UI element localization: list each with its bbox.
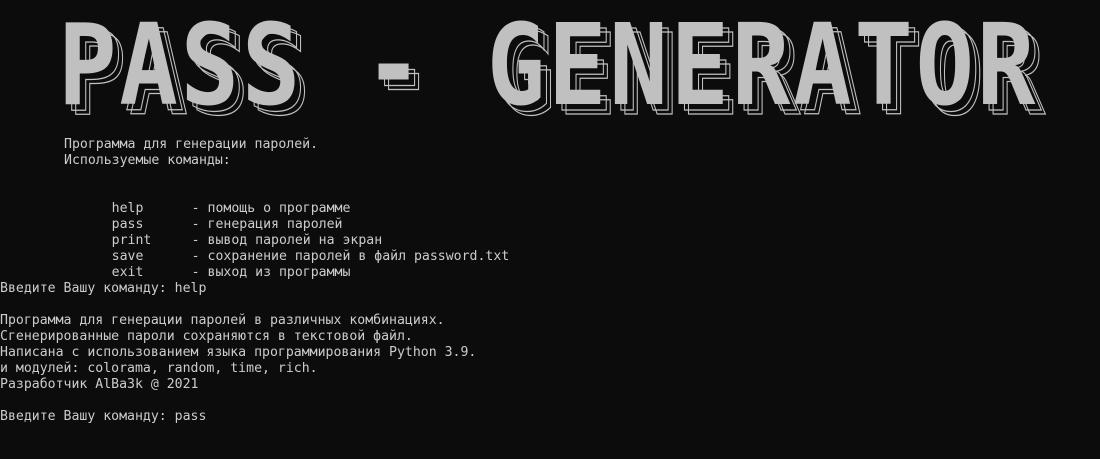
command-desc: - помощь о программе	[191, 201, 351, 216]
banner-title: PASS - GENERATOR	[58, 16, 1038, 122]
command-name: save	[111, 249, 144, 264]
command-name: exit	[111, 265, 144, 280]
help-line: Разработчик AlBa3k @ 2021	[0, 377, 199, 392]
help-output: Программа для генерации паролей в различ…	[0, 313, 1100, 393]
command-prompt-current[interactable]: Введите Вашу команду: pass	[0, 409, 1100, 425]
command-name: help	[111, 201, 144, 216]
command-row: help - помощь о программе	[0, 185, 1100, 216]
command-desc: - сохранение паролей в файл password.txt	[191, 249, 510, 264]
command-desc: - вывод паролей на экран	[191, 233, 383, 248]
command-prompt[interactable]: Введите Вашу команду: help	[0, 281, 1100, 297]
help-line: Сгенерированные пароли сохраняются в тек…	[0, 329, 413, 344]
help-line: Написана с использованием языка программ…	[0, 345, 477, 360]
banner-art: PASS - GENERATOR PASS - GENERATOR PASS -…	[58, 16, 1046, 122]
help-line: Программа для генерации паролей в различ…	[0, 313, 445, 328]
help-line: и модулей: colorama, random, time, rich.	[0, 361, 318, 376]
ascii-banner: PASS - GENERATOR PASS - GENERATOR PASS -…	[56, 16, 1056, 122]
command-desc: - генерация паролей	[191, 217, 343, 232]
terminal-output: Программа для генерации паролей. Использ…	[0, 137, 1100, 425]
command-list: help - помощь о программе pass - генерация…	[0, 185, 1100, 280]
intro-line-2: Используемые команды:	[64, 153, 231, 168]
command-desc: - выход из программы	[191, 265, 351, 280]
command-name: pass	[111, 217, 144, 232]
intro-line-1: Программа для генерации паролей.	[64, 137, 319, 152]
command-name: print	[111, 233, 152, 248]
